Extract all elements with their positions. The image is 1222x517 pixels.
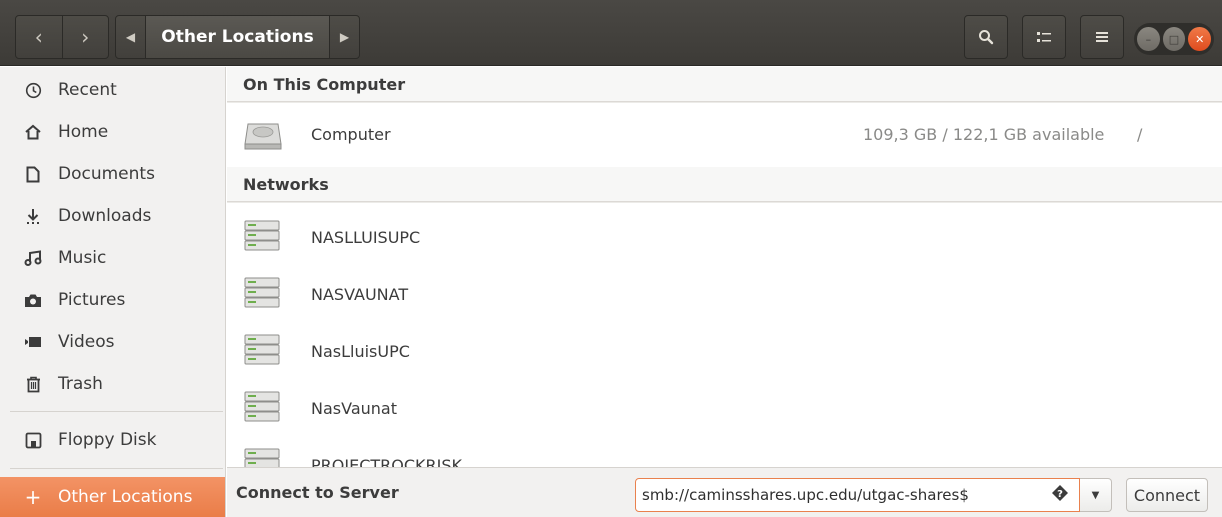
sidebar-item-pictures[interactable]: Pictures [0,280,225,320]
maximize-icon: □ [1168,32,1180,46]
server-address-input[interactable]: smb://caminsshares.upc.edu/utgac-shares$… [635,478,1080,512]
sidebar: Recent Home Documents Downloads Music Pi… [0,67,226,517]
camera-icon [22,293,44,308]
sidebar-item-label: Videos [58,332,115,352]
search-icon [979,30,994,45]
sidebar-item-label: Floppy Disk [58,430,157,450]
network-name: NasVaunat [311,398,397,418]
sidebar-item-other-locations[interactable]: + Other Locations [0,477,225,517]
sidebar-separator [10,468,223,469]
search-button[interactable] [964,15,1008,59]
location-mount-point: / [1137,124,1143,144]
sidebar-item-label: Recent [58,80,117,100]
server-address-value: smb://caminsshares.upc.edu/utgac-shares$ [642,486,969,504]
path-scroll-right-button[interactable]: ▶ [329,16,359,58]
connect-button[interactable]: Connect [1126,478,1208,512]
help-icon[interactable]: ? [1051,484,1069,507]
header-bar: ‹ › ◀ Other Locations ▶ – □ ✕ [0,0,1222,66]
path-bar: ◀ Other Locations ▶ [115,15,360,59]
connect-to-server-bar: Connect to Server smb://caminsshares.upc… [227,467,1222,517]
sidebar-item-trash[interactable]: Trash [0,364,225,404]
network-name: PROJECTROCKRISK [311,455,462,468]
sidebar-item-label: Pictures [58,290,126,310]
plus-icon: + [24,485,42,509]
path-current-location[interactable]: Other Locations [146,16,329,58]
chevron-left-icon: ‹ [34,25,43,49]
location-available-space: 109,3 GB / 122,1 GB available [863,124,1105,144]
home-icon [22,124,44,140]
hard-drive-icon [244,123,282,150]
document-icon [22,166,44,183]
minimize-button[interactable]: – [1137,27,1160,51]
clock-icon [22,82,44,99]
triangle-right-icon: ▶ [339,30,350,44]
maximize-button[interactable]: □ [1162,27,1186,51]
sidebar-item-label: Other Locations [58,487,193,507]
section-header-networks: Networks [227,167,1222,201]
network-name: NASLLUISUPC [311,227,421,247]
navigation-buttons: ‹ › [15,15,109,59]
minimize-icon: – [1145,32,1152,46]
chevron-right-icon: › [81,25,90,49]
download-icon [22,208,44,225]
view-toggle-button[interactable] [1022,15,1066,59]
sidebar-item-label: Trash [58,374,103,394]
hamburger-icon [1096,32,1108,42]
trash-icon [22,376,44,393]
section-divider [227,201,1222,203]
network-server-icon [244,334,280,365]
chevron-down-icon: ▼ [1091,489,1100,501]
network-server-icon [244,220,280,251]
back-button[interactable]: ‹ [16,16,62,58]
network-name: NasLluisUPC [311,341,410,361]
menu-button[interactable] [1080,15,1124,59]
network-name: NASVAUNAT [311,284,409,304]
close-button[interactable]: ✕ [1188,27,1212,51]
sidebar-item-home[interactable]: Home [0,112,225,152]
sidebar-item-label: Home [58,122,109,142]
sidebar-item-label: Documents [58,164,155,184]
network-row[interactable]: NASVAUNAT [227,265,1222,323]
section-divider [227,101,1222,103]
floppy-icon [22,432,44,449]
forward-button[interactable]: › [61,16,109,58]
network-row[interactable]: NasVaunat [227,379,1222,437]
list-view-icon [1037,32,1051,42]
sidebar-item-documents[interactable]: Documents [0,154,225,194]
location-row-computer[interactable]: Computer 109,3 GB / 122,1 GB available / [227,105,1222,163]
sidebar-item-downloads[interactable]: Downloads [0,196,225,236]
sidebar-item-label: Downloads [58,206,152,226]
svg-text:?: ? [1057,489,1063,500]
triangle-left-icon: ◀ [125,30,136,44]
sidebar-item-videos[interactable]: Videos [0,322,225,362]
network-row[interactable]: PROJECTROCKRISK [227,436,1222,467]
network-row[interactable]: NasLluisUPC [227,322,1222,380]
sidebar-item-music[interactable]: Music [0,238,225,278]
video-icon [22,336,44,348]
path-scroll-left-button[interactable]: ◀ [116,16,146,58]
window-controls: – □ ✕ [1134,23,1214,55]
close-icon: ✕ [1195,32,1205,46]
network-row[interactable]: NASLLUISUPC [227,208,1222,266]
sidebar-separator [10,411,223,412]
network-server-icon [244,277,280,308]
locations-list: On This Computer Computer 109,3 GB / 122… [227,67,1222,467]
recent-servers-dropdown-button[interactable]: ▼ [1080,478,1112,512]
music-icon [22,250,44,266]
sidebar-item-floppy-disk[interactable]: Floppy Disk [0,420,225,460]
sidebar-item-label: Music [58,248,107,268]
section-header-on-this-computer: On This Computer [227,67,1222,101]
location-name: Computer [311,124,391,144]
sidebar-item-recent[interactable]: Recent [0,70,225,110]
connect-to-server-label: Connect to Server [236,483,399,502]
network-server-icon [244,448,280,467]
network-server-icon [244,391,280,422]
